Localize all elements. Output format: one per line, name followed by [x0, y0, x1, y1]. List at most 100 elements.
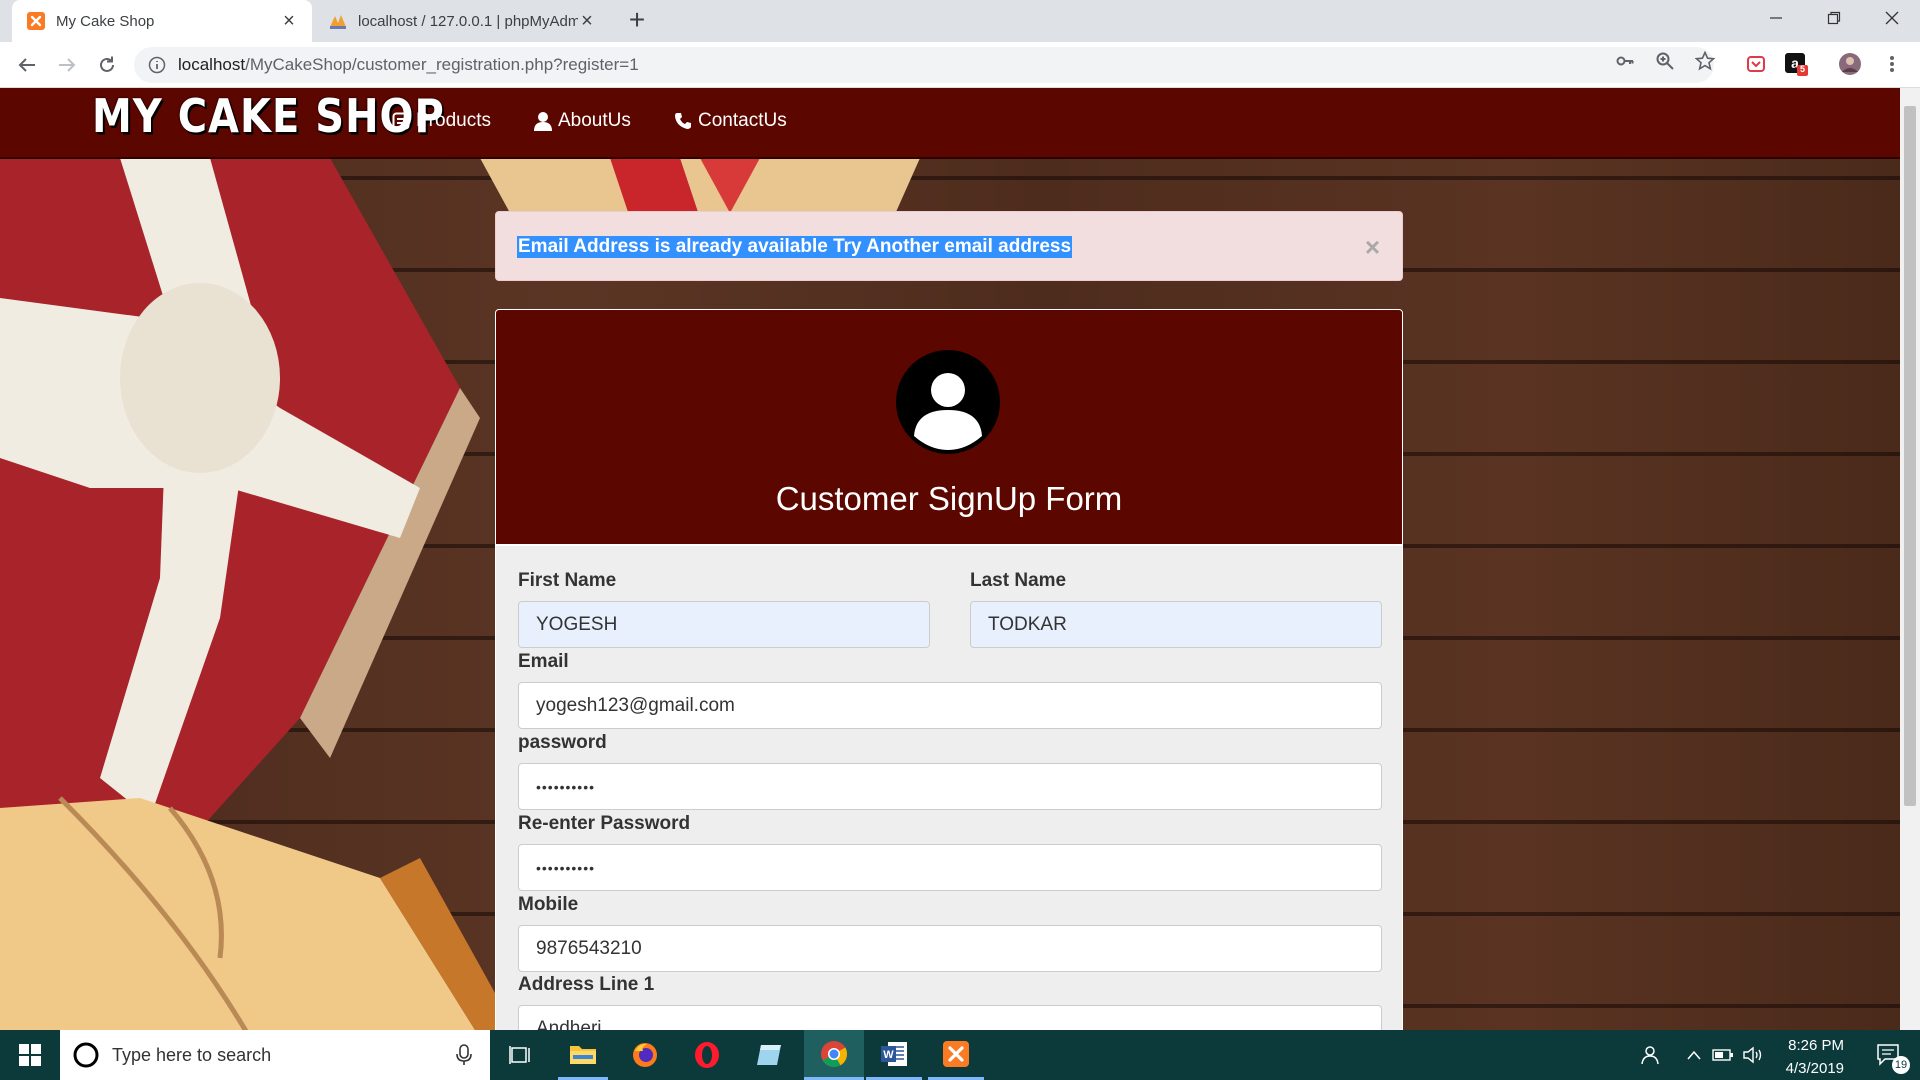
chrome-button[interactable]	[804, 1030, 864, 1080]
chevron-up-icon	[1687, 1050, 1701, 1060]
password-key-icon[interactable]	[1614, 50, 1636, 72]
nav-link-products[interactable]: Products	[392, 110, 491, 132]
nav-link-contactus[interactable]: ContactUs	[674, 110, 787, 132]
tab-my-cake-shop[interactable]: My Cake Shop ×	[12, 0, 312, 42]
arrow-right-icon	[59, 58, 76, 72]
task-view-button[interactable]	[500, 1030, 540, 1080]
notes-app-icon	[757, 1045, 781, 1065]
opera-icon	[695, 1042, 719, 1068]
start-button[interactable]	[0, 1030, 60, 1080]
restore-button[interactable]	[1806, 0, 1862, 36]
battery-icon	[1712, 1049, 1733, 1061]
reload-icon	[100, 56, 114, 72]
user-icon	[534, 112, 552, 131]
minimize-button[interactable]	[1748, 0, 1804, 36]
avatar-icon	[1839, 53, 1861, 75]
zoom-icon[interactable]	[1654, 50, 1676, 72]
microphone-icon[interactable]	[456, 1044, 472, 1066]
clock-date: 4/3/2019	[1785, 1060, 1844, 1077]
windows-taskbar: Type here to search W 8:26 PM 4/3/2019 1…	[0, 1030, 1920, 1080]
page-viewport: MY CAKE SHOP Products AboutUs ContactUs …	[0, 88, 1900, 1030]
nav-link-label: ContactUs	[698, 110, 787, 131]
list-box-icon	[392, 112, 410, 130]
word-button[interactable]: W	[866, 1030, 922, 1080]
minimize-icon	[1770, 17, 1782, 19]
nav-link-label: Products	[416, 110, 491, 131]
clock-time: 8:26 PM	[1788, 1037, 1844, 1054]
amazon-extension-icon[interactable]: a 5	[1784, 52, 1808, 76]
firefox-icon	[633, 1043, 657, 1067]
battery-button[interactable]	[1710, 1030, 1736, 1080]
new-tab-button[interactable]: +	[622, 6, 652, 36]
restore-icon	[1827, 11, 1841, 25]
tab-phpmyadmin[interactable]: localhost / 127.0.0.1 | phpMyAdm ×	[314, 0, 610, 42]
gift-boxes-background-image	[0, 158, 516, 1030]
xampp-favicon-icon	[27, 12, 45, 30]
task-view-icon	[509, 1046, 530, 1064]
close-icon	[1885, 11, 1899, 25]
firefox-button[interactable]	[620, 1030, 670, 1080]
file-explorer-button[interactable]	[558, 1030, 608, 1080]
first-name-label: First Name	[518, 570, 617, 591]
xampp-button[interactable]	[928, 1030, 984, 1080]
phpmyadmin-favicon-icon	[330, 15, 346, 29]
email-label: Email	[518, 651, 569, 672]
url-text: localhost/MyCakeShop/customer_registrati…	[178, 55, 639, 74]
reenter-password-input[interactable]: ••••••••••	[518, 844, 1382, 891]
chrome-icon	[821, 1040, 848, 1067]
speaker-icon	[1743, 1046, 1762, 1064]
close-tab-icon[interactable]: ×	[280, 10, 298, 32]
alert-close-button[interactable]: ×	[1365, 232, 1380, 263]
first-name-input[interactable]: YOGESH	[518, 601, 930, 648]
scrollbar-thumb[interactable]	[1904, 106, 1916, 806]
cortana-circle-icon	[73, 1042, 99, 1068]
pocket-extension-icon[interactable]	[1744, 52, 1768, 76]
close-window-button[interactable]	[1864, 0, 1920, 36]
close-tab-icon[interactable]: ×	[578, 10, 596, 32]
back-button[interactable]	[12, 50, 42, 80]
show-hidden-icons-button[interactable]	[1682, 1030, 1706, 1080]
signup-form-card: Customer SignUp Form First Name YOGESH L…	[495, 309, 1403, 1030]
action-center-button[interactable]: 19	[1864, 1030, 1914, 1080]
taskbar-clock[interactable]: 8:26 PM 4/3/2019	[1786, 1036, 1844, 1078]
forward-button[interactable]	[52, 50, 82, 80]
volume-button[interactable]	[1740, 1030, 1766, 1080]
profile-avatar[interactable]	[1838, 52, 1862, 76]
taskbar-search-box[interactable]: Type here to search	[60, 1030, 490, 1080]
user-avatar-icon	[896, 350, 1000, 454]
xampp-icon	[943, 1040, 969, 1067]
phone-icon	[675, 113, 691, 129]
browser-toolbar: localhost/MyCakeShop/customer_registrati…	[0, 42, 1920, 88]
mobile-input[interactable]: 9876543210	[518, 925, 1382, 972]
nav-link-label: AboutUs	[558, 110, 631, 131]
browser-tab-bar: My Cake Shop × localhost / 127.0.0.1 | p…	[0, 0, 1920, 42]
windows-logo-icon	[19, 1044, 41, 1066]
notes-app-button[interactable]	[744, 1030, 794, 1080]
bookmark-star-icon[interactable]	[1694, 50, 1716, 72]
site-navbar: MY CAKE SHOP Products AboutUs ContactUs	[0, 88, 1900, 159]
kebab-menu-icon	[1890, 56, 1894, 72]
email-input[interactable]: yogesh123@gmail.com	[518, 682, 1382, 729]
address-line-1-input[interactable]: Andheri	[518, 1005, 1382, 1030]
reload-button[interactable]	[92, 50, 122, 80]
signup-form-header: Customer SignUp Form	[496, 310, 1402, 546]
page-scrollbar[interactable]	[1900, 88, 1920, 1030]
last-name-label: Last Name	[970, 570, 1067, 591]
address-bar[interactable]: localhost/MyCakeShop/customer_registrati…	[134, 47, 1714, 83]
last-name-input[interactable]: TODKAR	[970, 601, 1382, 648]
arrow-left-icon	[18, 58, 35, 72]
people-icon	[1641, 1046, 1659, 1065]
opera-button[interactable]	[682, 1030, 732, 1080]
people-button[interactable]	[1636, 1030, 1666, 1080]
password-label: password	[518, 732, 607, 753]
mobile-label: Mobile	[518, 894, 579, 915]
alert-message: Email Address is already available Try A…	[517, 236, 1073, 258]
nav-link-aboutus[interactable]: AboutUs	[534, 110, 631, 132]
password-input[interactable]: ••••••••••	[518, 763, 1382, 810]
folder-icon	[570, 1045, 596, 1064]
chrome-menu-button[interactable]	[1880, 52, 1904, 76]
search-placeholder: Type here to search	[112, 1044, 272, 1065]
info-icon[interactable]	[148, 56, 166, 74]
word-icon: W	[881, 1041, 907, 1066]
extension-badge: 5	[1800, 64, 1806, 74]
